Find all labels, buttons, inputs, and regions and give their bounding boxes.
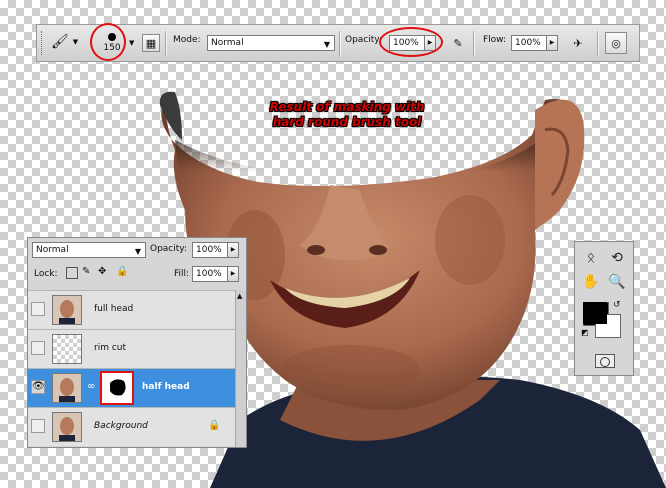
chevron-down-icon: ▼ <box>134 247 141 256</box>
lasso-icon[interactable]: ᛟ <box>581 248 601 268</box>
chevron-down-icon[interactable]: ▼ <box>129 39 134 47</box>
layer-thumbnail <box>52 334 82 364</box>
flow-value: 100% <box>515 38 541 48</box>
layers-scrollbar[interactable]: ▲ <box>235 290 246 447</box>
layer-row-rim-cut[interactable]: rim cut <box>28 329 235 368</box>
fill-input[interactable]: 100% <box>192 266 228 282</box>
visibility-toggle[interactable] <box>31 341 45 355</box>
flow-slider-toggle[interactable]: ▶ <box>547 35 558 51</box>
ear <box>535 99 585 228</box>
brush-tool-icon: 🖌 <box>51 34 69 50</box>
chevron-down-icon: ▼ <box>323 40 330 49</box>
layer-name[interactable]: rim cut <box>94 343 126 353</box>
layer-thumbnail <box>52 373 82 403</box>
chain-link-icon[interactable]: ∞ <box>87 381 95 392</box>
flow-input[interactable]: 100% <box>511 35 547 51</box>
airbrush-icon[interactable]: ✈ <box>569 34 587 52</box>
layer-name[interactable]: full head <box>94 304 133 314</box>
mode-select[interactable]: Normal ▼ <box>207 35 335 51</box>
fill-slider-toggle[interactable]: ▶ <box>228 266 239 282</box>
layer-row-full-head[interactable]: full head <box>28 290 235 329</box>
lock-move-icon[interactable]: ✥ <box>98 266 106 277</box>
layer-thumbnail <box>52 295 82 325</box>
flow-label: Flow: <box>483 35 507 45</box>
foreground-color-swatch-front <box>583 302 607 324</box>
lock-paint-icon[interactable]: ✎ <box>82 266 90 277</box>
layer-thumbnail <box>52 412 82 442</box>
lock-label: Lock: <box>34 269 58 279</box>
layer-row-background[interactable]: Background 🔒 <box>28 407 235 446</box>
layer-opacity-slider-toggle[interactable]: ▶ <box>228 242 239 258</box>
fill-label: Fill: <box>174 269 190 279</box>
layer-opacity-label: Opacity: <box>150 244 187 254</box>
lock-transparency-icon[interactable] <box>66 267 78 279</box>
pressure-opacity-icon[interactable]: ✎ <box>449 34 467 52</box>
layers-panel: Normal ▼ Opacity: 100% ▶ Lock: ✎ ✥ 🔒 Fil… <box>27 237 247 448</box>
caption-line-1: Result of masking with <box>269 100 425 114</box>
layer-opacity-input[interactable]: 100% <box>192 242 228 258</box>
tool-preset-picker[interactable]: 🖌 ▼ <box>51 34 78 50</box>
swap-colors-icon[interactable]: ↺ <box>613 300 621 310</box>
mode-label: Mode: <box>173 35 201 45</box>
scroll-up-icon[interactable]: ▲ <box>237 292 242 300</box>
grip-handle[interactable] <box>41 31 45 55</box>
mode-value: Normal <box>211 38 244 48</box>
layer-name[interactable]: half head <box>142 382 190 392</box>
visibility-toggle[interactable] <box>31 302 45 316</box>
tool-options-bar: 🖌 ▼ 150 ▼ ▦ Mode: Normal ▼ Opacity: 100%… <box>36 23 640 62</box>
opacity-label: Opacity: <box>345 35 382 45</box>
visibility-toggle[interactable] <box>31 419 45 433</box>
brush-panel-toggle-icon[interactable]: ▦ <box>142 34 160 52</box>
quick-mask-icon[interactable] <box>595 354 615 368</box>
layer-mask-thumbnail[interactable] <box>100 371 134 405</box>
lock-all-icon[interactable]: 🔒 <box>116 266 128 277</box>
layer-opacity-value: 100% <box>196 245 222 255</box>
opacity-highlight <box>379 27 443 57</box>
rotate-view-icon[interactable]: ⟲ <box>607 248 627 268</box>
blend-mode-select[interactable]: Normal ▼ <box>32 242 146 258</box>
annotation-caption: Result of masking with hard round brush … <box>262 100 432 130</box>
zoom-icon[interactable]: 🔍 <box>607 272 627 292</box>
blend-mode-value: Normal <box>36 245 69 255</box>
layer-name[interactable]: Background <box>94 421 148 431</box>
chevron-down-icon: ▼ <box>72 38 79 46</box>
fill-value: 100% <box>196 269 222 279</box>
caption-line-2: hard round brush tool <box>272 115 422 129</box>
hand-icon[interactable]: ✋ <box>581 272 601 292</box>
tools-panel: ᛟ ⟲ ✋ 🔍 ↺ ◩ <box>574 241 634 376</box>
brush-size-highlight <box>90 23 126 61</box>
default-colors-icon[interactable]: ◩ <box>581 328 589 337</box>
layer-row-half-head[interactable]: 👁 ∞ half head <box>28 368 235 407</box>
lock-icon: 🔒 <box>208 420 221 431</box>
pressure-size-icon[interactable]: ◎ <box>605 32 627 54</box>
eye-icon[interactable]: 👁 <box>31 380 45 394</box>
